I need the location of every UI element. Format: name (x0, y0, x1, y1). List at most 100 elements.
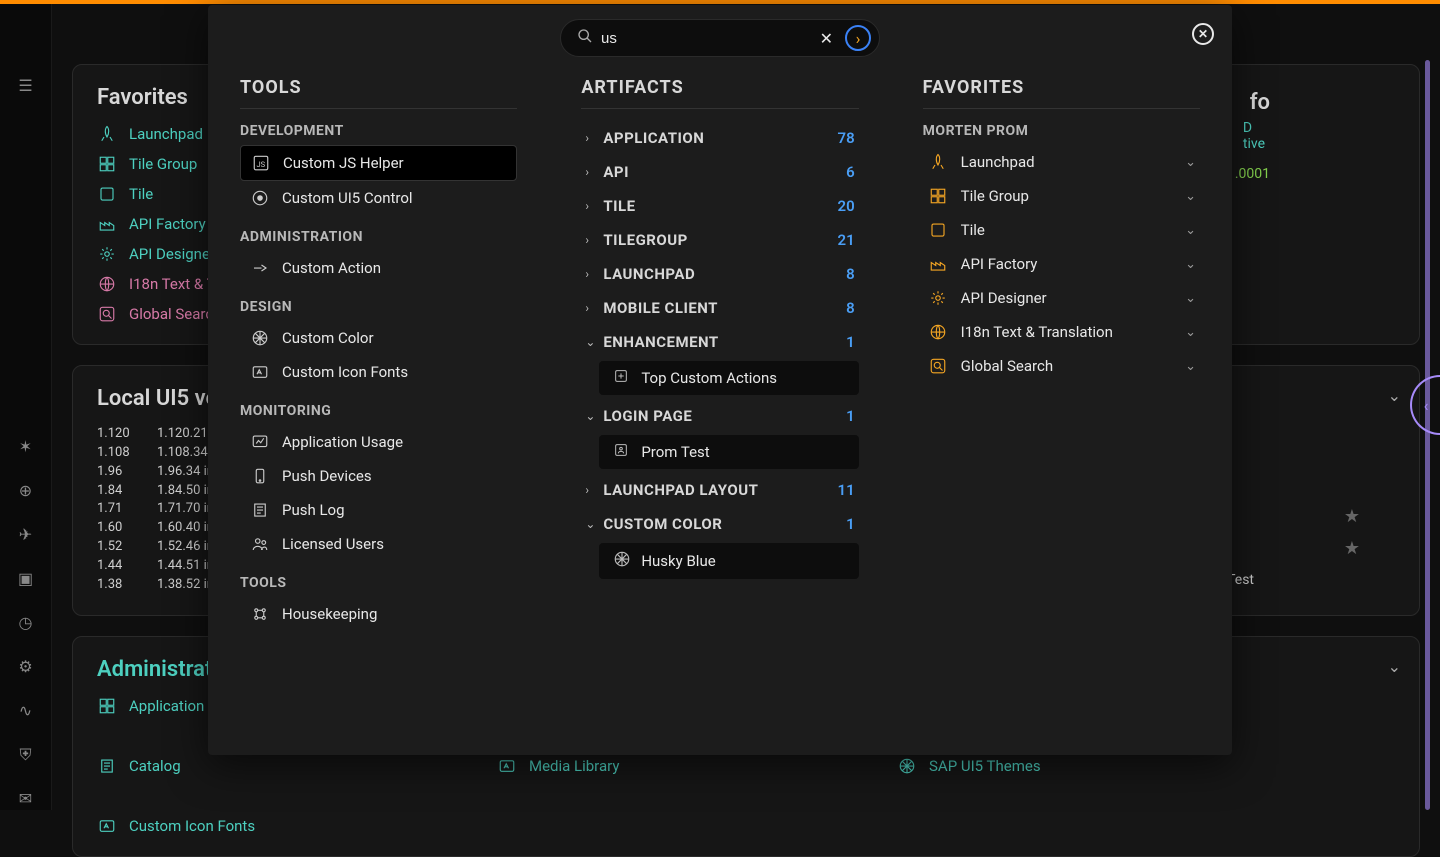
fav-label: API Factory (961, 255, 1173, 273)
artifact-count: 78 (838, 129, 855, 147)
artifact-label: TILE (603, 197, 837, 215)
chevron-down-icon[interactable]: ⌄ (1185, 325, 1196, 340)
log-icon (250, 500, 270, 520)
close-icon[interactable]: ✕ (1192, 23, 1214, 45)
chevron-right-icon: › (585, 267, 603, 281)
tool-label: Push Devices (282, 467, 372, 485)
launchpad-icon (97, 124, 117, 144)
artifact-row[interactable]: ›TILE20 (581, 189, 858, 223)
chevron-down-icon[interactable]: ⌄ (1185, 189, 1196, 204)
artifact-sub-label: Top Custom Actions (641, 369, 777, 387)
tool-item[interactable]: Push Log (240, 493, 517, 527)
artifact-sub-item[interactable]: Prom Test (599, 435, 858, 469)
tool-label: Custom JS Helper (283, 154, 404, 172)
chevron-down-icon[interactable]: ⌄ (1185, 155, 1196, 170)
left-rail: ☰ ✶ ⊕ ✈ ▣ ◷ ⚙ ∿ ⛨ ✉ (0, 4, 52, 810)
artifact-row[interactable]: ›LAUNCHPAD LAYOUT11 (581, 473, 858, 507)
admin-item[interactable]: Custom Icon Fonts (97, 816, 377, 836)
artifact-row[interactable]: ⌄LOGIN PAGE1 (581, 399, 858, 433)
modal-fav-item[interactable]: I18n Text & Translation ⌄ (923, 315, 1200, 349)
rail-rocket-icon[interactable]: ✈ (14, 523, 38, 545)
modal-fav-item[interactable]: API Factory ⌄ (923, 247, 1200, 281)
factory-icon (927, 255, 949, 273)
chevron-right-icon: › (585, 199, 603, 213)
chevron-down-icon[interactable]: ⌄ (1185, 291, 1196, 306)
fav-label: API Factory (129, 215, 206, 233)
admin-item-icon (897, 756, 917, 776)
artifact-row[interactable]: ›MOBILE CLIENT8 (581, 291, 858, 325)
tool-label: Custom Icon Fonts (282, 363, 408, 381)
rail-shield-icon[interactable]: ⛨ (14, 744, 38, 766)
star-icon[interactable]: ★ (1344, 506, 1360, 527)
chevron-down-icon[interactable]: ⌄ (1388, 657, 1401, 676)
rail-image-icon[interactable]: ▣ (14, 567, 38, 589)
tool-item[interactable]: Custom Action (240, 251, 517, 285)
rail-share-icon[interactable]: ∿ (14, 700, 38, 722)
ui5-icon (250, 188, 270, 208)
search-icon (97, 304, 117, 324)
modal-fav-item[interactable]: Tile ⌄ (923, 213, 1200, 247)
fav-label: I18n Text & Translation (961, 323, 1173, 341)
artifact-count: 21 (838, 231, 855, 249)
artifact-row[interactable]: ›API6 (581, 155, 858, 189)
artifact-label: TILEGROUP (603, 231, 837, 249)
menu-icon[interactable]: ☰ (14, 74, 38, 96)
tool-item[interactable]: Custom Color (240, 321, 517, 355)
chevron-down-icon[interactable]: ⌄ (1185, 223, 1196, 238)
tool-group-heading: ADMINISTRATION (240, 229, 517, 245)
rail-gear-icon[interactable]: ⚙ (14, 656, 38, 678)
artifact-label: APPLICATION (603, 129, 837, 147)
rail-chat-icon[interactable]: ✉ (14, 788, 38, 810)
artifact-row[interactable]: ⌄ENHANCEMENT1 (581, 325, 858, 359)
tool-item[interactable]: Push Devices (240, 459, 517, 493)
admin-item[interactable]: Media Library (497, 756, 777, 776)
admin-item[interactable]: Catalog (97, 756, 377, 776)
tool-item[interactable]: Housekeeping (240, 597, 517, 631)
artifacts-column: ARTIFACTS ›APPLICATION78›API6›TILE20›TIL… (549, 77, 890, 735)
artifact-count: 8 (846, 299, 855, 317)
search-input[interactable] (601, 30, 808, 47)
tool-group-heading: DEVELOPMENT (240, 123, 517, 139)
artifact-label: LAUNCHPAD LAYOUT (603, 481, 837, 499)
tool-item[interactable]: Custom UI5 Control (240, 181, 517, 215)
star-icon[interactable]: ★ (1344, 538, 1360, 559)
tool-label: Custom Color (282, 329, 374, 347)
fonts-icon (250, 362, 270, 382)
fav-label: Tile (961, 221, 1173, 239)
modal-fav-item[interactable]: API Designer⌄ (923, 281, 1200, 315)
rail-plus-icon[interactable]: ⊕ (14, 479, 38, 501)
enh-icon (613, 368, 631, 388)
tool-group-heading: DESIGN (240, 299, 517, 315)
artifact-label: LOGIN PAGE (603, 407, 846, 425)
launchpad-icon (927, 153, 949, 171)
chevron-down-icon[interactable]: ⌄ (1388, 386, 1401, 405)
search-go-button[interactable]: › (845, 25, 871, 51)
artifact-label: CUSTOM COLOR (603, 515, 846, 533)
artifact-sub-item[interactable]: Top Custom Actions (599, 361, 858, 395)
admin-item[interactable]: SAP UI5 Themes (897, 756, 1177, 776)
artifact-row[interactable]: ›LAUNCHPAD8 (581, 257, 858, 291)
chevron-down-icon[interactable]: ⌄ (1185, 359, 1196, 374)
tool-label: Licensed Users (282, 535, 384, 553)
tool-item[interactable]: Licensed Users (240, 527, 517, 561)
fav-label: API Designer (129, 245, 215, 263)
artifact-row[interactable]: ⌄CUSTOM COLOR1 (581, 507, 858, 541)
artifact-sub-item[interactable]: Husky Blue (599, 543, 858, 579)
fav-label: Tile Group (129, 155, 197, 173)
modal-fav-item[interactable]: Tile Group⌄ (923, 179, 1200, 213)
users-icon (250, 534, 270, 554)
rail-bug-icon[interactable]: ✶ (14, 435, 38, 457)
chevron-down-icon[interactable]: ⌄ (1185, 257, 1196, 272)
tool-label: Housekeeping (282, 605, 377, 623)
artifact-row[interactable]: ›TILEGROUP21 (581, 223, 858, 257)
modal-fav-item[interactable]: Launchpad⌄ (923, 145, 1200, 179)
tool-item[interactable]: Application Usage (240, 425, 517, 459)
clear-icon[interactable]: ✕ (816, 29, 837, 48)
artifact-row[interactable]: ›APPLICATION78 (581, 121, 858, 155)
rail-gauge-icon[interactable]: ◷ (14, 611, 38, 633)
modal-fav-item[interactable]: Global Search⌄ (923, 349, 1200, 383)
tool-label: Custom UI5 Control (282, 189, 413, 207)
tool-item[interactable]: Custom Icon Fonts (240, 355, 517, 389)
tool-item[interactable]: JSCustom JS Helper (240, 145, 517, 181)
right-drawer-edge (1425, 60, 1430, 810)
